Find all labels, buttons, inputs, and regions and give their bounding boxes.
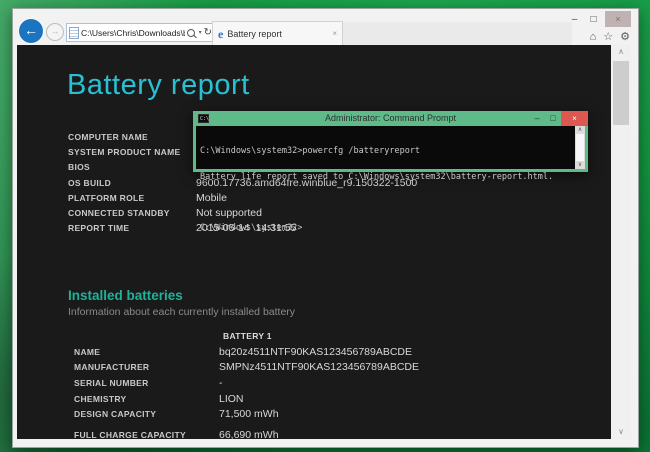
row-label: NAME (74, 347, 219, 357)
tab-battery-report[interactable]: e Battery report × (212, 21, 343, 45)
table-row: NAME bq20z4511NTF90KAS123456789ABCDE (74, 344, 419, 360)
table-row: CHEMISTRY LION (74, 391, 419, 407)
row-label: MANUFACTURER (74, 362, 219, 372)
command-prompt-window: C:\ Administrator: Command Prompt – □ × … (193, 111, 588, 172)
cmd-line: C:\Windows\system32> (200, 224, 572, 233)
cmd-icon: C:\ (198, 114, 209, 123)
page-title: Battery report (67, 69, 250, 102)
tab-close-icon[interactable]: × (332, 29, 337, 38)
row-value: SMPNz4511NTF90KAS123456789ABCDE (219, 361, 419, 373)
cmd-minimize-icon[interactable]: – (529, 111, 545, 126)
row-value: bq20z4511NTF90KAS123456789ABCDE (219, 346, 412, 358)
maximize-icon[interactable]: □ (586, 12, 601, 27)
battery-column-header: BATTERY 1 (223, 331, 272, 341)
address-input[interactable]: C:\Users\Chris\Downloads\battery (81, 28, 185, 38)
cmd-titlebar[interactable]: C:\ Administrator: Command Prompt – □ × (193, 111, 588, 126)
desktop-background: – □ × ← → C:\Users\Chris\Downloads\batte… (0, 0, 650, 452)
table-row: DESIGN CAPACITY 71,500 mWh (74, 406, 419, 422)
cmd-scroll-up-icon[interactable]: ∧ (575, 126, 585, 134)
browser-window-controls: – □ × (567, 11, 631, 27)
battery-info-table: NAME bq20z4511NTF90KAS123456789ABCDE MAN… (74, 344, 419, 439)
cmd-scrollbar[interactable]: ∧ ∨ (575, 126, 585, 169)
cmd-console-text: C:\Windows\system32>powercfg /batteryrep… (200, 130, 572, 249)
section-subtitle: Information about each currently install… (68, 306, 295, 318)
page-icon (69, 27, 79, 39)
table-row: MANUFACTURER SMPNz4511NTF90KAS123456789A… (74, 360, 419, 376)
table-row: SERIAL NUMBER - (74, 375, 419, 391)
ie-favicon-icon: e (218, 28, 223, 40)
row-label: SERIAL NUMBER (74, 378, 219, 388)
row-value: - (219, 377, 223, 389)
row-label: SYSTEM PRODUCT NAME (68, 147, 196, 157)
cmd-window-controls: – □ × (529, 111, 588, 126)
chevron-down-icon[interactable]: ▾ (199, 29, 202, 36)
cmd-scrollbar-thumb[interactable] (576, 134, 584, 161)
cmd-line: C:\Windows\system32>powercfg /batteryrep… (200, 147, 572, 156)
row-value: LION (219, 393, 244, 405)
scrollbar-thumb[interactable] (613, 61, 629, 125)
scroll-up-icon[interactable]: ∧ (611, 45, 631, 59)
back-button[interactable]: ← (19, 19, 43, 43)
table-row: FULL CHARGE CAPACITY 66,690 mWh (74, 427, 419, 439)
cmd-maximize-icon[interactable]: □ (545, 111, 561, 126)
row-label: PLATFORM ROLE (68, 193, 196, 203)
row-label: FULL CHARGE CAPACITY (74, 430, 219, 439)
refresh-icon[interactable]: ↻ (204, 28, 212, 38)
cmd-line: Battery life report saved to C:\Windows\… (200, 173, 572, 182)
row-value: 71,500 mWh (219, 408, 279, 420)
section-heading-installed-batteries: Installed batteries (68, 288, 183, 303)
row-value: 66,690 mWh (219, 429, 279, 439)
search-icon[interactable] (187, 29, 195, 37)
row-label: CONNECTED STANDBY (68, 208, 196, 218)
row-label: COMPUTER NAME (68, 132, 196, 142)
forward-button[interactable]: → (46, 23, 64, 41)
row-label: OS BUILD (68, 178, 196, 188)
cmd-close-icon[interactable]: × (561, 111, 588, 126)
row-label: REPORT TIME (68, 223, 196, 233)
cmd-console[interactable]: C:\Windows\system32>powercfg /batteryrep… (196, 126, 585, 169)
tab-title: Battery report (227, 29, 328, 39)
browser-action-icons: ⌂ ☆ ⚙ (590, 31, 630, 43)
row-label: BIOS (68, 162, 196, 172)
home-icon[interactable]: ⌂ (590, 31, 597, 43)
favorites-star-icon[interactable]: ☆ (603, 31, 613, 43)
cmd-scroll-down-icon[interactable]: ∨ (575, 161, 585, 169)
tools-gear-icon[interactable]: ⚙ (620, 31, 630, 43)
close-icon[interactable]: × (605, 11, 631, 27)
browser-scrollbar[interactable]: ∧ ∨ (611, 45, 631, 439)
address-bar[interactable]: C:\Users\Chris\Downloads\battery ▾ ↻ (66, 23, 215, 42)
row-label: DESIGN CAPACITY (74, 409, 219, 419)
row-label: CHEMISTRY (74, 394, 219, 404)
cmd-line (200, 198, 572, 207)
scroll-down-icon[interactable]: ∨ (611, 425, 631, 439)
